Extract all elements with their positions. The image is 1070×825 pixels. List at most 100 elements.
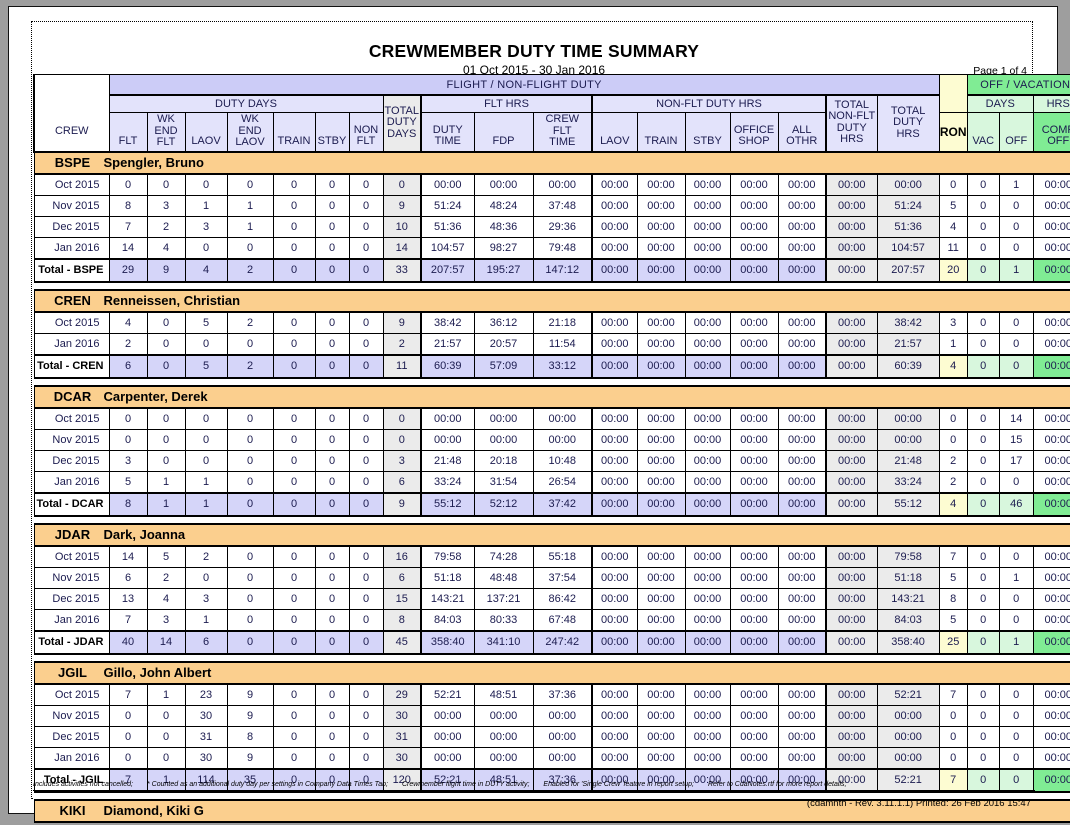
cell-total-nf-hrs: 00:00 bbox=[825, 608, 878, 631]
header-col-nf-stby: STBY bbox=[684, 112, 731, 153]
cell-wkend-flt: 14 bbox=[146, 629, 186, 655]
cell-office-shop: 00:00 bbox=[729, 449, 779, 472]
cell-laov: 5 bbox=[184, 353, 228, 379]
cell-total-duty-days: 30 bbox=[382, 704, 422, 727]
cell-ron: 0 bbox=[938, 704, 968, 727]
cell-wkend-flt: 0 bbox=[146, 449, 186, 472]
cell-fdp: 36:12 bbox=[473, 311, 534, 334]
cell-office-shop: 00:00 bbox=[729, 683, 779, 706]
group-separator bbox=[34, 515, 1070, 524]
cell-off: 46 bbox=[998, 491, 1034, 517]
cell-train: 0 bbox=[272, 491, 316, 517]
cell-train: 0 bbox=[272, 587, 316, 610]
cell-total-duty-hrs: 207:57 bbox=[876, 257, 940, 283]
crew-code: DCAR bbox=[53, 389, 92, 404]
header-col-laov: LAOV bbox=[184, 112, 228, 153]
cell-total-nf-hrs: 00:00 bbox=[825, 407, 878, 430]
cell-total-duty-days: 9 bbox=[382, 194, 422, 217]
duty-summary-table: CREW FLIGHT / NON-FLIGHT DUTY OFF / VACA… bbox=[33, 74, 1070, 823]
cell-nf-stby: 00:00 bbox=[684, 629, 731, 655]
period-label: Oct 2015 bbox=[33, 311, 110, 334]
cell-duty-time: 51:36 bbox=[420, 215, 475, 238]
cell-total-nf-hrs: 00:00 bbox=[825, 194, 878, 217]
cell-train: 0 bbox=[272, 257, 316, 283]
cell-vac: 0 bbox=[966, 491, 1000, 517]
cell-train: 0 bbox=[272, 704, 316, 727]
cell-wkend-flt: 2 bbox=[146, 566, 186, 589]
cell-total-nf-hrs: 00:00 bbox=[825, 746, 878, 769]
cell-laov: 3 bbox=[184, 587, 228, 610]
report-page: CREWMEMBER DUTY TIME SUMMARY 01 Oct 2015… bbox=[8, 6, 1070, 823]
cell-all-othr: 00:00 bbox=[777, 236, 827, 259]
cell-ron: 2 bbox=[938, 470, 968, 493]
crew-group-header[interactable]: DCAR Carpenter, Derek bbox=[33, 384, 1070, 409]
cell-duty-time: 51:24 bbox=[420, 194, 475, 217]
cell-crew-flt-time: 00:00 bbox=[532, 725, 593, 748]
cell-total-nf-hrs: 00:00 bbox=[825, 491, 878, 517]
cell-duty-time: 84:03 bbox=[420, 608, 475, 631]
cell-total-duty-hrs: 60:39 bbox=[876, 353, 940, 379]
cell-vac: 0 bbox=[966, 545, 1000, 568]
crew-group-header[interactable]: CREN Renneissen, Christian bbox=[33, 288, 1070, 313]
cell-vac: 0 bbox=[966, 587, 1000, 610]
cell-stby: 0 bbox=[314, 746, 350, 769]
cell-crew-flt-time: 00:00 bbox=[532, 173, 593, 196]
cell-wkend-laov: 2 bbox=[226, 353, 274, 379]
cell-nf-train: 00:00 bbox=[636, 725, 686, 748]
crew-name: Gillo, John Albert bbox=[103, 665, 212, 680]
cell-fdp: 48:24 bbox=[473, 194, 534, 217]
crew-code: JGIL bbox=[58, 665, 87, 680]
cell-nf-stby: 00:00 bbox=[684, 257, 731, 283]
period-label: Oct 2015 bbox=[33, 407, 110, 430]
cell-laov: 0 bbox=[184, 566, 228, 589]
cell-wkend-flt: 1 bbox=[146, 470, 186, 493]
cell-flt: 0 bbox=[108, 725, 148, 748]
cell-non-flt: 0 bbox=[348, 428, 384, 451]
cell-total-duty-hrs: 00:00 bbox=[876, 407, 940, 430]
cell-train: 0 bbox=[272, 545, 316, 568]
table-row: Oct 2015 7 1 23 9 0 0 0 29 52:21 48:51 37:36 00:00 00… bbox=[33, 683, 1070, 706]
period-label: Nov 2015 bbox=[33, 566, 110, 589]
cell-all-othr: 00:00 bbox=[777, 215, 827, 238]
cell-stby: 0 bbox=[314, 566, 350, 589]
header-col-all-othr: ALL OTHR bbox=[777, 112, 827, 153]
cell-office-shop: 00:00 bbox=[729, 470, 779, 493]
cell-duty-time: 00:00 bbox=[420, 704, 475, 727]
crew-group-header[interactable]: JGIL Gillo, John Albert bbox=[33, 660, 1070, 685]
table-row: Jan 2016 7 3 1 0 0 0 0 8 84:03 80:33 67:48 00:00 00:0… bbox=[33, 608, 1070, 631]
cell-vac: 0 bbox=[966, 173, 1000, 196]
cell-office-shop: 00:00 bbox=[729, 215, 779, 238]
cell-nf-stby: 00:00 bbox=[684, 587, 731, 610]
header-ron-spacer bbox=[938, 74, 968, 113]
period-label: Jan 2016 bbox=[33, 746, 110, 769]
cell-duty-time: 51:18 bbox=[420, 566, 475, 589]
cell-non-flt: 0 bbox=[348, 449, 384, 472]
cell-total-duty-days: 0 bbox=[382, 173, 422, 196]
crew-group-header[interactable]: BSPE Spengler, Bruno bbox=[33, 150, 1070, 175]
cell-ron: 0 bbox=[938, 428, 968, 451]
table-row: Dec 2015 13 4 3 0 0 0 0 15 143:21 137:21 86:42 00:00… bbox=[33, 587, 1070, 610]
crew-group-header[interactable]: JDAR Dark, Joanna bbox=[33, 522, 1070, 547]
cell-non-flt: 0 bbox=[348, 704, 384, 727]
cell-office-shop: 00:00 bbox=[729, 608, 779, 631]
cell-nf-laov: 00:00 bbox=[591, 428, 638, 451]
header-col-fdp: FDP bbox=[473, 112, 534, 153]
cell-total-duty-hrs: 00:00 bbox=[876, 746, 940, 769]
cell-office-shop: 00:00 bbox=[729, 353, 779, 379]
cell-total-nf-hrs: 00:00 bbox=[825, 257, 878, 283]
cell-nf-train: 00:00 bbox=[636, 587, 686, 610]
crew-code: CREN bbox=[54, 293, 91, 308]
cell-nf-laov: 00:00 bbox=[591, 491, 638, 517]
cell-total-duty-hrs: 51:36 bbox=[876, 215, 940, 238]
cell-total-nf-hrs: 00:00 bbox=[825, 173, 878, 196]
cell-crew-flt-time: 67:48 bbox=[532, 608, 593, 631]
cell-wkend-laov: 1 bbox=[226, 194, 274, 217]
cell-stby: 0 bbox=[314, 353, 350, 379]
cell-all-othr: 00:00 bbox=[777, 566, 827, 589]
cell-comp-off: 00:00 bbox=[1032, 449, 1070, 472]
header-col-nf-train: TRAIN bbox=[636, 112, 686, 153]
cell-non-flt: 0 bbox=[348, 746, 384, 769]
cell-wkend-flt: 0 bbox=[146, 725, 186, 748]
cell-duty-time: 143:21 bbox=[420, 587, 475, 610]
cell-train: 0 bbox=[272, 725, 316, 748]
